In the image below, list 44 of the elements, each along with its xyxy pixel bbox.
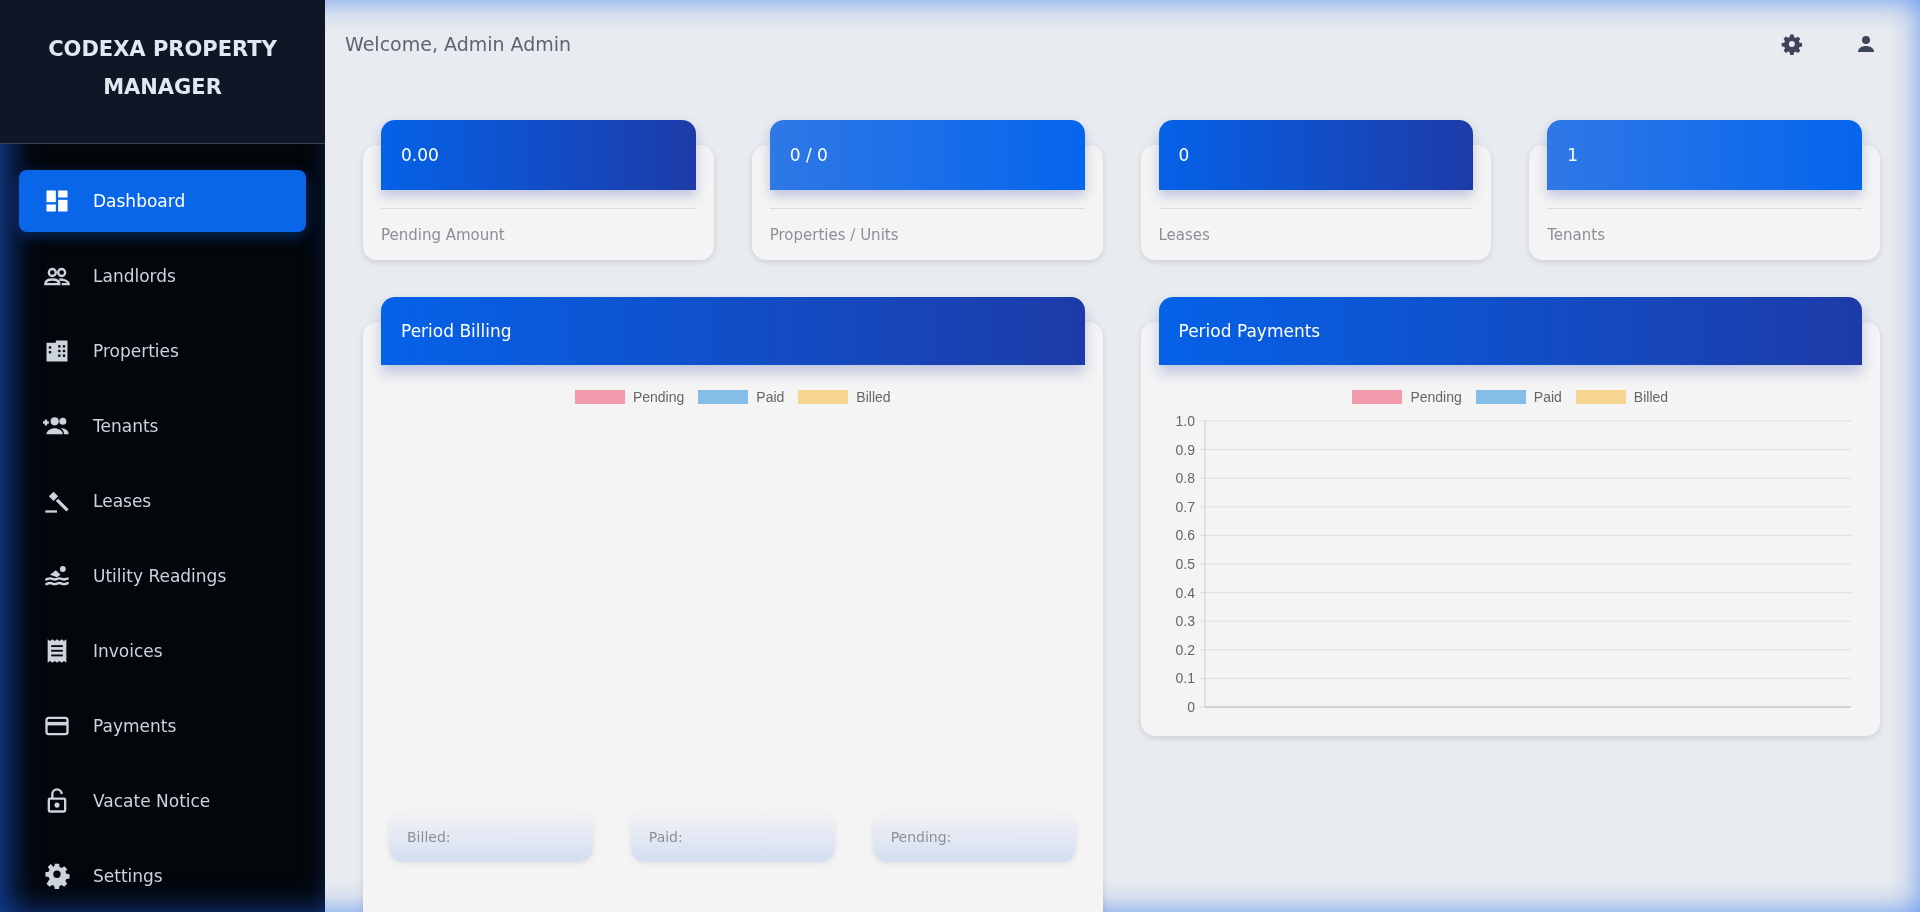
axis-tick-label: 0.3: [1175, 613, 1195, 630]
legend-label: Billed: [856, 389, 891, 405]
total-label: Pending:: [890, 829, 952, 845]
nav-item[interactable]: Payments: [19, 695, 306, 757]
axis-tick-label: 0.4: [1175, 584, 1195, 601]
stat-label: Leases: [1158, 226, 1210, 244]
axis-tick-label: 0.9: [1175, 441, 1195, 458]
welcome-text: Welcome, Admin Admin: [345, 33, 572, 55]
nav-item[interactable]: Landlords: [19, 245, 306, 307]
nav-item[interactable]: Dashboard: [19, 170, 306, 232]
axis-tick-label: 1.0: [1175, 413, 1195, 429]
total-label: Billed:: [407, 829, 451, 845]
nav-item[interactable]: Leases: [19, 470, 306, 532]
legend-label: Pending: [632, 389, 685, 405]
settings-icon[interactable]: [1780, 32, 1804, 56]
axis-tick-label: 0.2: [1175, 641, 1195, 658]
card-title: Period Payments: [1178, 321, 1321, 341]
nav-item[interactable]: Tenants: [19, 395, 306, 457]
nav-item[interactable]: Properties: [19, 320, 306, 382]
axis-tick-label: 0.7: [1175, 498, 1195, 515]
brand-title: CODEXA PROPERTY MANAGER: [0, 0, 325, 144]
legend-label: Paid: [1533, 389, 1562, 405]
stat-label: Tenants: [1547, 226, 1605, 244]
legend-label: Pending: [1410, 389, 1462, 405]
legend-label: Billed: [1633, 389, 1669, 405]
stat-label: Pending Amount: [381, 226, 505, 244]
nav-item[interactable]: Vacate Notice: [19, 770, 306, 832]
stat-value: 0 / 0: [789, 145, 828, 165]
axis-tick-label: 0.8: [1175, 470, 1195, 487]
nav-item[interactable]: Invoices: [19, 620, 306, 682]
axis-tick-label: 0.5: [1175, 556, 1195, 572]
legend-label: Paid: [756, 389, 785, 405]
axis-tick-label: 0: [1186, 699, 1195, 715]
stat-value: 0.00: [401, 145, 439, 165]
total-label: Paid:: [648, 829, 683, 845]
axis-tick-label: 0.1: [1175, 670, 1195, 687]
stat-label: Properties / Units: [769, 226, 899, 244]
nav-item[interactable]: Utility Readings: [19, 545, 306, 607]
settings-icon: [43, 862, 71, 890]
nav-item[interactable]: Settings: [19, 845, 306, 907]
axis-tick-label: 0.6: [1175, 527, 1195, 544]
card-title: Period Billing: [401, 321, 512, 341]
stat-value: 1: [1567, 145, 1579, 165]
stat-value: 0: [1178, 145, 1190, 165]
